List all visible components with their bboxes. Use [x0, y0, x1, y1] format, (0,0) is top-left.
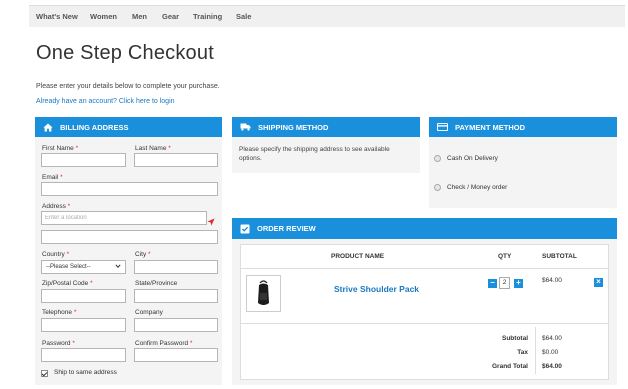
- nav-item-training[interactable]: Training: [193, 12, 222, 21]
- payment-radio-check-money-order[interactable]: [434, 184, 441, 191]
- column-header-qty: QTY: [498, 253, 512, 260]
- shipping-method-title: SHIPPING METHOD: [258, 122, 329, 132]
- state-field[interactable]: [134, 289, 218, 303]
- product-name-link[interactable]: Strive Shoulder Pack: [334, 284, 419, 294]
- payment-option-label: Check / Money order: [447, 184, 508, 191]
- tax-value: $0.00: [542, 349, 559, 356]
- payment-method-title: PAYMENT METHOD: [455, 122, 526, 132]
- ship-same-label: Ship to same address: [54, 369, 117, 376]
- truck-icon: [240, 123, 251, 131]
- company-field[interactable]: [134, 318, 218, 332]
- totals-column-divider: [535, 327, 536, 374]
- checkbox-icon: [240, 224, 250, 234]
- billing-address-title: BILLING ADDRESS: [60, 122, 129, 132]
- login-link[interactable]: Already have an account? Click here to l…: [36, 98, 175, 105]
- product-thumbnail: [246, 275, 281, 312]
- nav-item-men[interactable]: Men: [132, 12, 147, 21]
- column-header-subtotal: SUBTOTAL: [542, 253, 577, 260]
- address-line-2-field[interactable]: [41, 230, 218, 244]
- password-label: Password *: [42, 340, 75, 347]
- zip-label: Zip/Postal Code *: [42, 280, 93, 287]
- qty-input[interactable]: 2: [499, 277, 510, 289]
- last-name-field[interactable]: [134, 153, 218, 167]
- table-divider: [241, 268, 608, 269]
- confirm-password-field[interactable]: [134, 348, 218, 362]
- payment-option-label: Cash On Delivery: [447, 155, 498, 162]
- intro-text: Please enter your details below to compl…: [36, 83, 220, 90]
- address-label: Address *: [42, 203, 71, 210]
- telephone-label: Telephone *: [42, 309, 77, 316]
- payment-method-panel: [429, 137, 617, 208]
- nav-item-whats-new[interactable]: What's New: [36, 12, 78, 21]
- password-field[interactable]: [41, 348, 126, 362]
- location-arrow-icon[interactable]: [207, 213, 215, 231]
- order-review-header: ORDER REVIEW: [232, 218, 617, 239]
- shipping-method-header: SHIPPING METHOD: [232, 117, 420, 137]
- nav-item-gear[interactable]: Gear: [162, 12, 179, 21]
- nav-item-women[interactable]: Women: [90, 12, 117, 21]
- last-name-label: Last Name *: [135, 145, 171, 152]
- column-header-product: PRODUCT NAME: [331, 253, 385, 260]
- payment-method-header: PAYMENT METHOD: [429, 117, 617, 137]
- qty-increase-button[interactable]: +: [514, 279, 523, 288]
- credit-card-icon: [437, 123, 448, 131]
- country-select-value: --Please Select--: [46, 264, 91, 270]
- first-name-label: First Name *: [42, 145, 79, 152]
- line-subtotal: $64.00: [542, 277, 562, 284]
- subtotal-label: Subtotal: [502, 335, 528, 342]
- chevron-down-icon: [115, 263, 121, 271]
- subtotal-value: $64.00: [542, 335, 562, 342]
- address-field[interactable]: [41, 211, 207, 225]
- state-label: State/Province: [135, 280, 178, 287]
- nav-item-sale[interactable]: Sale: [236, 12, 251, 21]
- top-navigation: What's New Women Men Gear Training Sale: [29, 5, 625, 27]
- remove-item-button[interactable]: ×: [594, 278, 603, 287]
- company-label: Company: [135, 309, 163, 316]
- city-field[interactable]: [134, 260, 218, 274]
- totals-divider: [241, 323, 608, 324]
- email-label: Email *: [42, 174, 63, 181]
- grand-total-label: Grand Total: [492, 363, 528, 370]
- confirm-password-label: Confirm Password *: [135, 340, 193, 347]
- order-review-table: [240, 244, 609, 380]
- first-name-field[interactable]: [41, 153, 126, 167]
- telephone-field[interactable]: [41, 318, 126, 332]
- ship-same-checkbox[interactable]: [41, 370, 48, 377]
- email-field[interactable]: [41, 182, 218, 196]
- city-label: City *: [135, 251, 151, 258]
- grand-total-value: $64.00: [542, 363, 562, 370]
- shipping-message: Please specify the shipping address to s…: [239, 146, 390, 162]
- country-select[interactable]: --Please Select--: [41, 260, 126, 274]
- home-icon: [43, 123, 53, 132]
- country-label: Country *: [42, 251, 70, 258]
- page-title: One Step Checkout: [36, 42, 214, 64]
- qty-decrease-button[interactable]: −: [488, 279, 497, 288]
- order-review-title: ORDER REVIEW: [257, 224, 316, 233]
- zip-field[interactable]: [41, 289, 126, 303]
- tax-label: Tax: [517, 349, 528, 356]
- payment-radio-cash-on-delivery[interactable]: [434, 155, 441, 162]
- billing-address-header: BILLING ADDRESS: [35, 117, 222, 137]
